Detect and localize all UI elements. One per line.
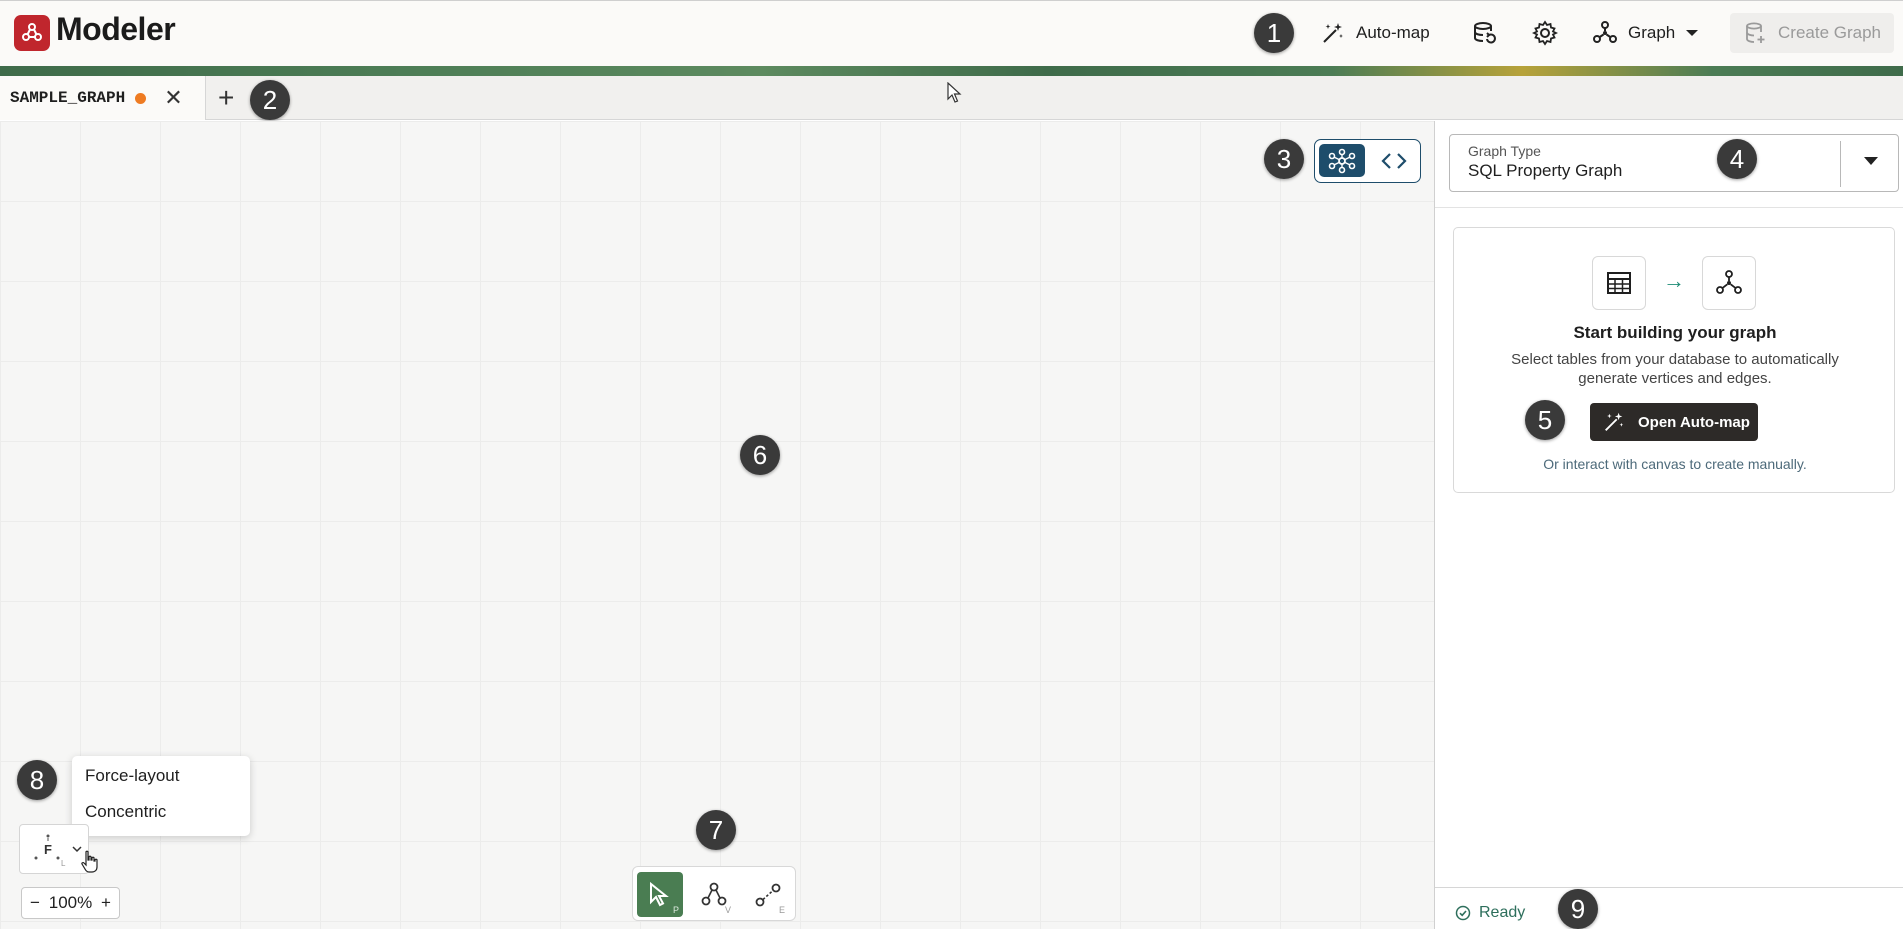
layout-letter: F — [44, 842, 52, 857]
canvas-toolbar: P V E — [632, 866, 796, 921]
callout-badge-5: 5 — [1525, 400, 1565, 440]
graph-icon — [1593, 21, 1617, 43]
database-refresh-icon — [1474, 22, 1496, 44]
gear-icon — [1532, 20, 1558, 46]
panel-divider — [1435, 207, 1903, 208]
create-graph-label: Create Graph — [1778, 23, 1881, 42]
magic-wand-icon — [1605, 412, 1624, 431]
status-indicator: Ready — [1455, 904, 1525, 922]
graph-logo-icon — [22, 23, 42, 41]
table-icon — [1607, 272, 1631, 294]
table-icon-box — [1592, 256, 1646, 310]
edge-shortcut: E — [778, 905, 785, 915]
code-icon — [1381, 152, 1407, 169]
code-view-button[interactable] — [1373, 144, 1415, 177]
unsaved-indicator — [135, 92, 147, 104]
app-header: Modeler 1 Auto-map Graph Create Graph — [0, 0, 1903, 70]
callout-badge-4: 4 — [1717, 139, 1757, 179]
select-divider — [1840, 141, 1841, 187]
caret-down-icon[interactable] — [1864, 157, 1878, 165]
settings-button[interactable] — [1532, 15, 1558, 51]
tab-sample-graph[interactable]: SAMPLE_GRAPH ✕ — [0, 76, 206, 120]
graph-view-button[interactable] — [1319, 144, 1365, 177]
pointer-shortcut: P — [672, 905, 679, 915]
zoom-out-button[interactable]: − — [30, 893, 40, 913]
layout-dropdown-menu: Force-layout Concentric — [72, 756, 250, 836]
automap-label: Auto-map — [1356, 23, 1430, 42]
open-automap-button[interactable]: Open Auto-map — [1590, 403, 1758, 441]
graph-icon — [1716, 270, 1742, 294]
menu-item-force-layout[interactable]: Force-layout — [85, 766, 179, 786]
graph-type-select[interactable]: Graph Type SQL Property Graph — [1449, 134, 1899, 192]
zoom-control: − 100% + — [21, 887, 120, 919]
create-graph-button[interactable]: Create Graph — [1730, 13, 1894, 53]
empty-state-footer: Or interact with canvas to create manual… — [1543, 456, 1807, 472]
hand-cursor-icon — [81, 850, 98, 873]
database-refresh-button[interactable] — [1472, 15, 1498, 51]
callout-badge-9: 9 — [1558, 889, 1598, 929]
graph-type-value: SQL Property Graph — [1468, 161, 1623, 180]
zoom-in-button[interactable]: + — [101, 893, 111, 913]
status-bar: Ready — [1435, 887, 1903, 929]
tab-label: SAMPLE_GRAPH — [10, 89, 126, 107]
magic-wand-icon — [1323, 23, 1343, 43]
force-layout-icon: F L — [34, 834, 66, 868]
add-tab-button[interactable]: + — [218, 84, 234, 112]
arrow-right-icon: → — [1663, 268, 1685, 293]
app-logo — [14, 15, 50, 51]
arrow-cursor-icon — [947, 82, 962, 103]
callout-badge-6: 6 — [740, 435, 780, 475]
pointer-tool-button[interactable]: P — [637, 872, 683, 917]
status-text: Ready — [1479, 904, 1526, 921]
layout-selector-button[interactable]: F L — [19, 824, 89, 874]
database-add-icon — [1746, 22, 1765, 43]
layout-shortcut: L — [61, 859, 66, 868]
callout-badge-3: 3 — [1264, 139, 1304, 179]
automap-button[interactable]: Auto-map — [1320, 15, 1430, 51]
vertex-tool-button[interactable]: V — [691, 872, 737, 917]
callout-badge-7: 7 — [696, 810, 736, 850]
pointer-icon — [650, 881, 669, 906]
app-title: Modeler — [56, 11, 176, 47]
callout-badge-8: 8 — [17, 760, 57, 800]
graph-view-icon — [1328, 148, 1356, 173]
callout-badge-1: 1 — [1254, 13, 1294, 53]
header-decorative-band — [0, 66, 1903, 76]
empty-state-card: → Start building your graph Select table… — [1453, 227, 1895, 493]
zoom-level: 100% — [48, 893, 93, 912]
callout-badge-2: 2 — [250, 80, 290, 120]
caret-down-icon — [1686, 30, 1699, 36]
graph-menu-button[interactable]: Graph — [1592, 15, 1699, 51]
check-circle-icon — [1455, 905, 1471, 921]
empty-state-description: Select tables from your database to auto… — [1511, 351, 1839, 387]
view-toggle — [1314, 139, 1421, 183]
close-icon[interactable]: ✕ — [164, 87, 182, 109]
graph-icon-box — [1702, 256, 1756, 310]
edge-tool-button[interactable]: E — [745, 872, 791, 917]
vertex-shortcut: V — [724, 905, 731, 915]
graph-type-label: Graph Type — [1468, 143, 1541, 159]
empty-state-title: Start building your graph — [1573, 323, 1777, 342]
open-automap-label: Open Auto-map — [1638, 413, 1750, 431]
graph-menu-label: Graph — [1628, 23, 1676, 42]
menu-item-concentric[interactable]: Concentric — [85, 802, 166, 822]
